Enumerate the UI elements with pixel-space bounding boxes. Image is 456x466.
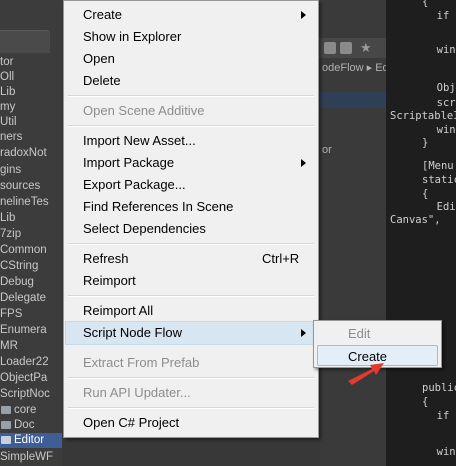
tree-item-editor-selected[interactable]: Editor	[0, 433, 62, 448]
code-line: ScriptableIt	[390, 110, 456, 122]
code-line: Obj	[424, 82, 456, 94]
tree-item[interactable]: my	[0, 100, 15, 115]
tree-item[interactable]: Lib	[0, 211, 15, 226]
code-line: Canvas",	[390, 214, 441, 226]
lock-icon[interactable]	[324, 42, 336, 54]
tree-item[interactable]: ScriptNoc	[0, 387, 50, 402]
menu-separator	[68, 125, 314, 127]
tree-item[interactable]: Loader22	[0, 355, 49, 370]
menu-item-export-package[interactable]: Export Package...	[66, 174, 316, 196]
project-tab[interactable]	[0, 30, 50, 53]
code-line: {	[422, 396, 429, 408]
star-icon[interactable]: ★	[360, 41, 372, 54]
tag-icon[interactable]	[340, 42, 352, 54]
menu-item-extract-from-prefab[interactable]: Extract From Prefab	[66, 352, 316, 374]
tree-item[interactable]: Debug	[0, 275, 34, 290]
menu-item-create[interactable]: Create	[66, 4, 316, 26]
menu-item-refresh[interactable]: Refresh Ctrl+R	[66, 248, 316, 270]
menu-item-script-node-flow[interactable]: Script Node Flow	[65, 321, 317, 345]
menu-item-delete[interactable]: Delete	[66, 70, 316, 92]
selection-strip	[318, 92, 386, 108]
code-line: static	[422, 174, 456, 186]
folder-icon	[1, 435, 11, 444]
submenu-arrow-icon	[301, 329, 306, 337]
submenu-item-edit[interactable]: Edit	[317, 323, 438, 344]
menu-item-reimport-all[interactable]: Reimport All	[66, 300, 316, 322]
code-line: }	[422, 137, 429, 149]
tree-item[interactable]: Util	[0, 115, 17, 130]
menu-separator	[68, 295, 314, 297]
tree-item[interactable]: nelineTes	[0, 195, 49, 210]
menu-item-open-csharp-project[interactable]: Open C# Project	[66, 412, 316, 434]
menu-item-select-dependencies[interactable]: Select Dependencies	[66, 218, 316, 240]
tree-item[interactable]: Delegate	[0, 291, 46, 306]
annotation-arrow-icon	[348, 363, 384, 385]
menu-separator	[68, 95, 314, 97]
folder-icon	[1, 420, 11, 429]
submenu-arrow-icon	[301, 159, 306, 167]
code-line: win	[424, 446, 456, 458]
menu-item-open-scene-additive[interactable]: Open Scene Additive	[66, 100, 316, 122]
tree-item[interactable]: FPS	[0, 307, 22, 322]
tree-item[interactable]: core	[0, 403, 36, 418]
code-line: {	[422, 188, 429, 200]
tree-item[interactable]: ners	[0, 130, 22, 145]
shortcut-label: Ctrl+R	[262, 251, 300, 266]
context-menu: Create Show in Explorer Open Delete Open…	[63, 0, 319, 438]
code-line: public	[422, 382, 456, 394]
code-line: scri	[436, 97, 456, 109]
tree-item[interactable]: radoxNot	[0, 146, 47, 161]
side-label: or	[322, 144, 332, 156]
tree-item[interactable]: 7zip	[0, 227, 21, 242]
menu-item-import-new-asset[interactable]: Import New Asset...	[66, 130, 316, 152]
menu-separator	[68, 407, 314, 409]
tree-item[interactable]: SimpleWF	[0, 450, 53, 465]
tree-item[interactable]: Common	[0, 243, 47, 258]
breadcrumb: odeFlow ▸ Ed	[322, 62, 389, 74]
code-line: win	[424, 124, 456, 136]
tree-item[interactable]: Enumera	[0, 323, 47, 338]
tree-item[interactable]: MR	[0, 339, 18, 354]
tree-item[interactable]: ObjectPa	[0, 371, 47, 386]
menu-item-find-references[interactable]: Find References In Scene	[66, 196, 316, 218]
tree-item[interactable]: CString	[0, 259, 38, 274]
tree-item[interactable]: sources	[0, 179, 40, 194]
menu-separator	[68, 377, 314, 379]
project-tree: tor Oll Lib my Util ners radoxNot gins s…	[0, 0, 62, 466]
menu-item-import-package[interactable]: Import Package	[66, 152, 316, 174]
submenu-arrow-icon	[301, 11, 306, 19]
menu-item-run-api-updater[interactable]: Run API Updater...	[66, 382, 316, 404]
tree-item[interactable]: tor	[0, 55, 13, 70]
code-editor[interactable]: { if ( win Obj scri ScriptableIt win } […	[386, 0, 456, 466]
menu-item-open[interactable]: Open	[66, 48, 316, 70]
tree-item[interactable]: Doc	[0, 418, 34, 433]
code-line: [Menu	[422, 160, 454, 172]
code-line: Edi	[424, 201, 456, 213]
code-line: {	[422, 0, 429, 8]
folder-icon	[1, 405, 11, 414]
code-line: if (	[436, 410, 456, 422]
tree-item[interactable]: Oll	[0, 70, 14, 85]
code-line: win	[424, 44, 456, 56]
code-line: if (	[436, 10, 456, 22]
menu-item-reimport[interactable]: Reimport	[66, 270, 316, 292]
tree-item[interactable]: gins	[0, 163, 21, 178]
tree-item[interactable]: Lib	[0, 85, 15, 100]
menu-item-show-in-explorer[interactable]: Show in Explorer	[66, 26, 316, 48]
menu-separator	[68, 243, 314, 245]
